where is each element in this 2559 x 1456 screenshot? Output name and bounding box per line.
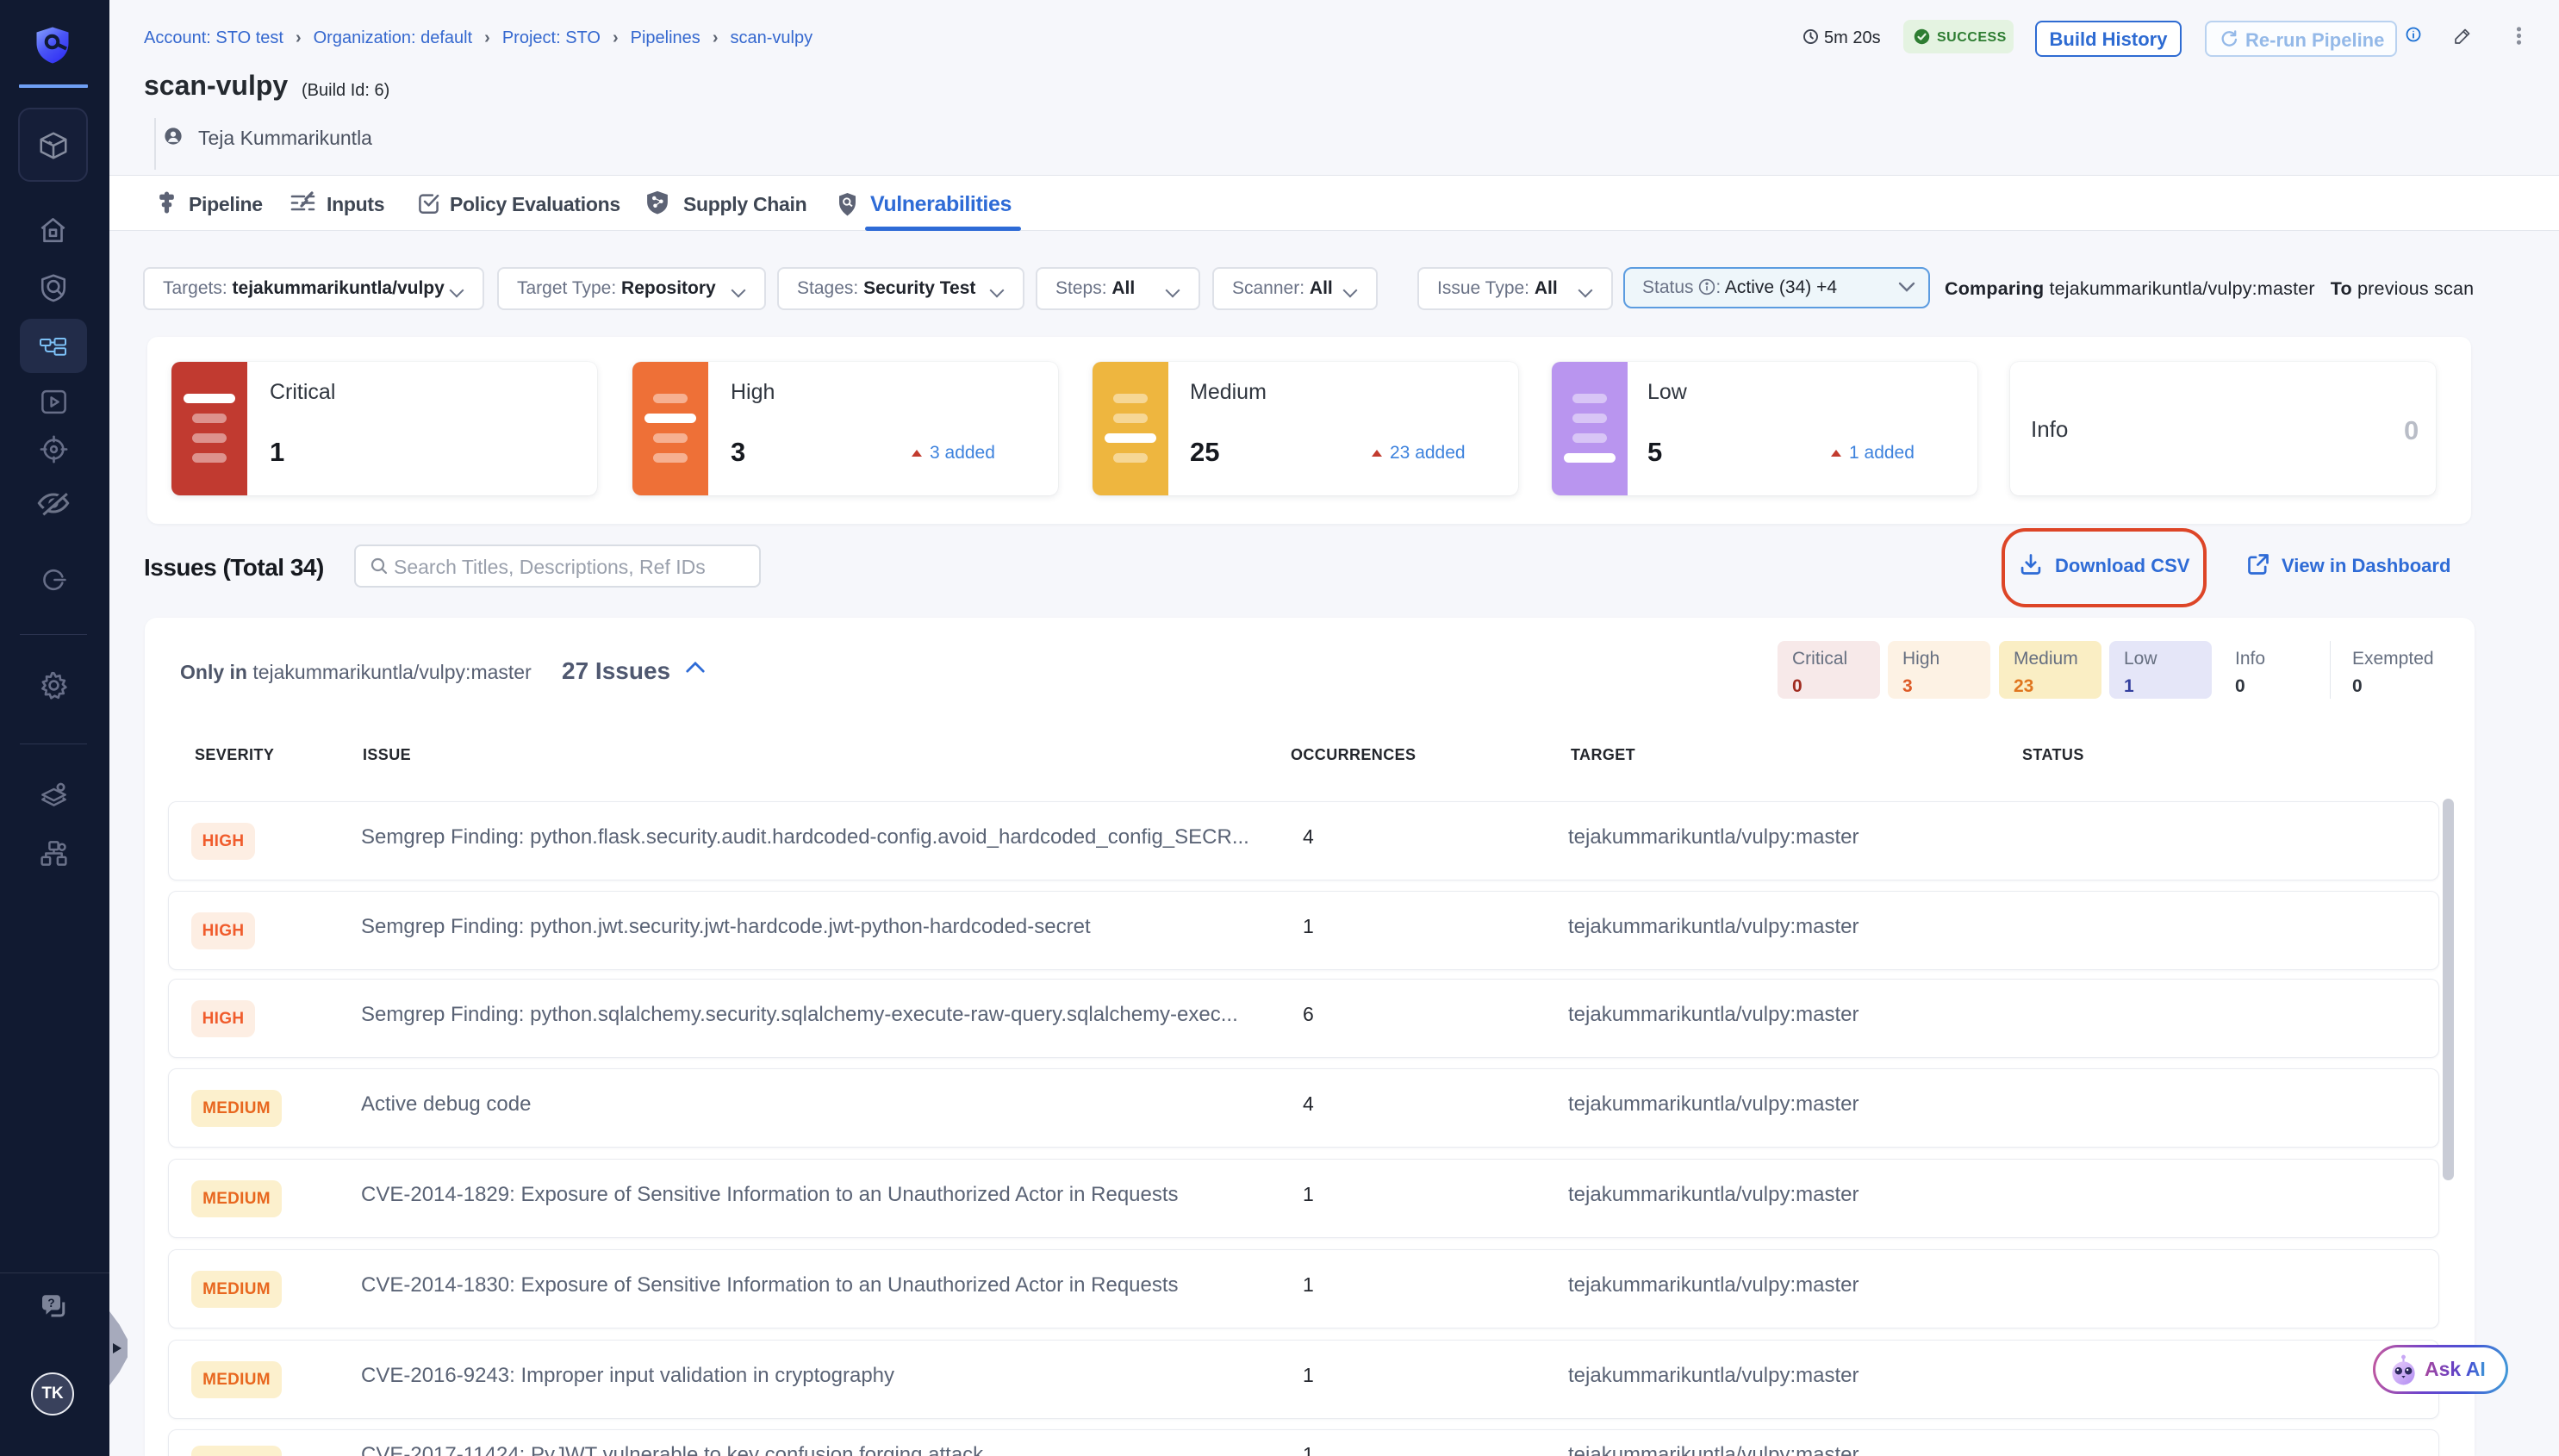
svg-text:?: ? (47, 1297, 54, 1310)
